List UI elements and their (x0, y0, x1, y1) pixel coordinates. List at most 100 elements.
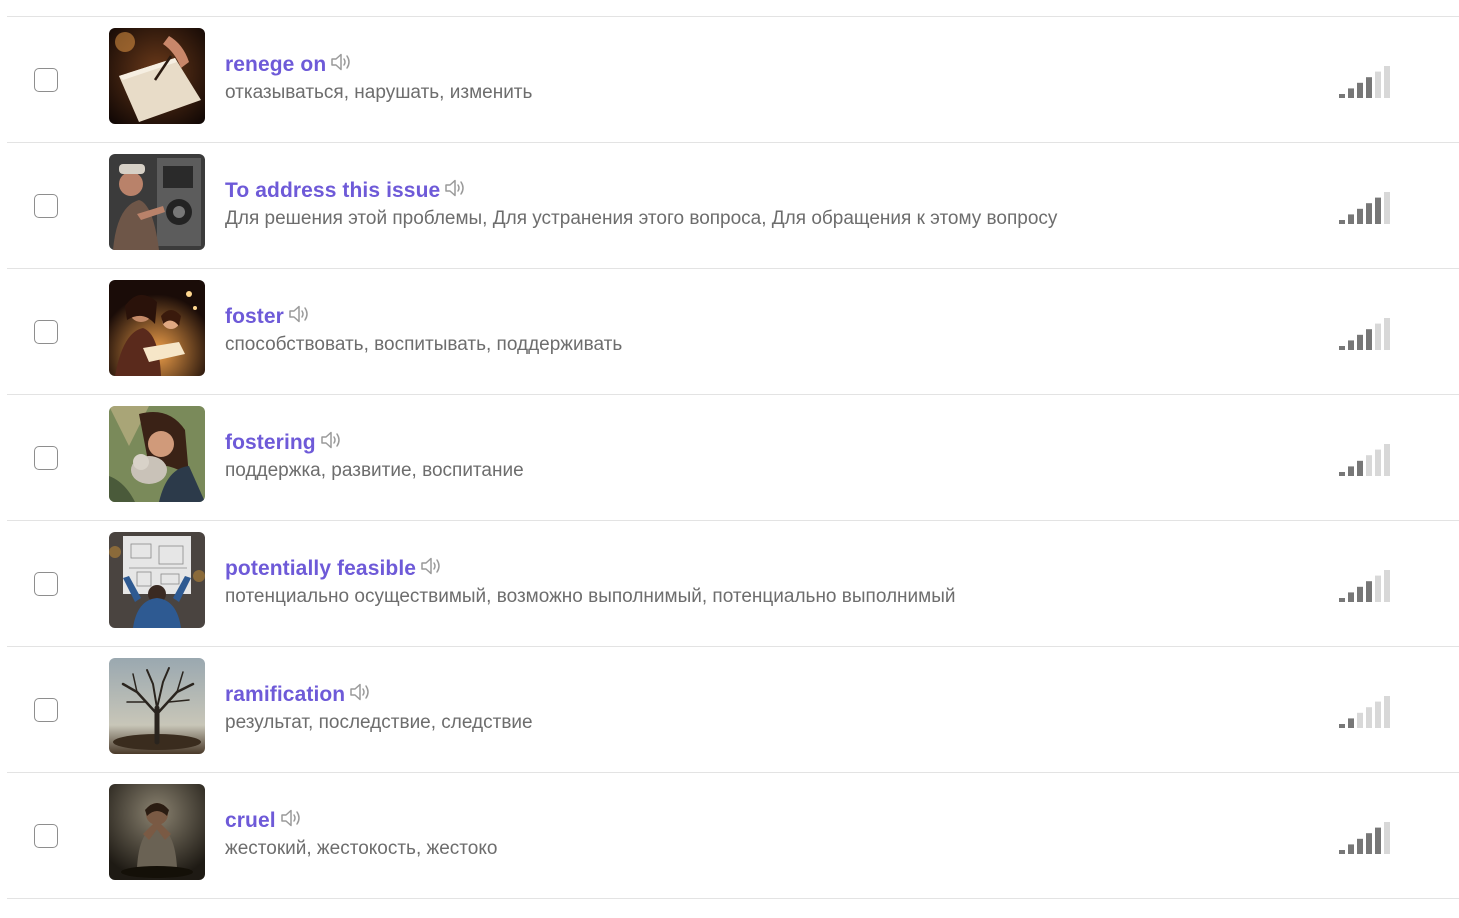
level-bar (1357, 82, 1363, 98)
word-checkbox[interactable] (34, 68, 58, 92)
sad-seated-figure-image (109, 784, 205, 880)
level-bar (1339, 472, 1345, 476)
speaker-icon[interactable] (280, 807, 304, 829)
speaker-icon[interactable] (420, 555, 444, 577)
word-checkbox[interactable] (34, 194, 58, 218)
hand-writing-paper-image (109, 28, 205, 124)
level-bar (1375, 449, 1381, 476)
level-bar (1357, 838, 1363, 854)
word-row[interactable]: foster способствовать, воспитывать, подд… (7, 269, 1459, 395)
word-line: fostering (225, 429, 1259, 457)
word-text-block: To address this issue Для решения этой п… (225, 177, 1259, 230)
word-title[interactable]: potentially feasible (225, 557, 416, 581)
word-title[interactable]: To address this issue (225, 179, 440, 203)
level-bar (1339, 220, 1345, 224)
word-translation: Для решения этой проблемы, Для устранени… (225, 208, 1058, 229)
word-row[interactable]: cruel жестокий, жестокость, жестоко (7, 773, 1459, 899)
word-translation: потенциально осуществимый, возможно выпо… (225, 586, 956, 607)
level-bar (1339, 346, 1345, 350)
word-row[interactable]: fostering поддержка, развитие, воспитани… (7, 395, 1459, 521)
mechanic-with-machine-image (109, 154, 205, 250)
level-bar (1348, 340, 1354, 350)
level-bar (1366, 581, 1372, 602)
word-translation: способствовать, воспитывать, поддерживат… (225, 334, 623, 355)
level-bar (1348, 88, 1354, 98)
signal-bars-icon (1339, 444, 1390, 476)
level-bar (1366, 77, 1372, 98)
level-bar (1348, 214, 1354, 224)
word-checkbox[interactable] (34, 572, 58, 596)
level-indicator (1339, 66, 1395, 98)
word-text-block: fostering поддержка, развитие, воспитани… (225, 429, 1259, 482)
word-title[interactable]: cruel (225, 809, 276, 833)
level-bar (1348, 592, 1354, 602)
level-bar (1384, 822, 1390, 854)
word-image (109, 28, 205, 124)
level-bar (1366, 329, 1372, 350)
speaker-icon[interactable] (330, 51, 354, 73)
level-bar (1384, 570, 1390, 602)
signal-bars-icon (1339, 696, 1390, 728)
level-bar (1366, 707, 1372, 728)
level-indicator (1339, 318, 1395, 350)
level-indicator (1339, 192, 1395, 224)
word-row[interactable]: renege on отказываться, нарушать, измени… (7, 17, 1459, 143)
word-checkbox[interactable] (34, 320, 58, 344)
word-text-block: cruel жестокий, жестокость, жестоко (225, 807, 1259, 860)
level-bar (1357, 586, 1363, 602)
signal-bars-icon (1339, 570, 1390, 602)
word-row[interactable]: To address this issue Для решения этой п… (7, 143, 1459, 269)
word-title[interactable]: renege on (225, 53, 326, 77)
level-indicator (1339, 822, 1395, 854)
speaker-icon[interactable] (320, 429, 344, 451)
level-bar (1375, 323, 1381, 350)
word-translation: результат, последствие, следствие (225, 712, 533, 733)
word-checkbox[interactable] (34, 698, 58, 722)
word-title[interactable]: ramification (225, 683, 345, 707)
speaker-icon[interactable] (288, 303, 312, 325)
level-bar (1348, 718, 1354, 728)
word-row[interactable]: potentially feasible потенциально осущес… (7, 521, 1459, 647)
level-indicator (1339, 444, 1395, 476)
level-bar (1384, 444, 1390, 476)
word-line: renege on (225, 51, 1259, 79)
signal-bars-icon (1339, 318, 1390, 350)
level-bar (1357, 712, 1363, 728)
word-checkbox[interactable] (34, 446, 58, 470)
woman-hugging-cat-image (109, 406, 205, 502)
word-row[interactable]: ramification результат, последствие, сле… (7, 647, 1459, 773)
word-line: potentially feasible (225, 555, 1259, 583)
signal-bars-icon (1339, 192, 1390, 224)
word-text-block: potentially feasible потенциально осущес… (225, 555, 1259, 608)
mother-reading-to-child-image (109, 280, 205, 376)
word-image (109, 280, 205, 376)
signal-bars-icon (1339, 822, 1390, 854)
word-translation: жестокий, жестокость, жестоко (225, 838, 498, 859)
level-bar (1339, 850, 1345, 854)
word-translation: отказываться, нарушать, изменить (225, 82, 533, 103)
level-bar (1384, 318, 1390, 350)
word-title[interactable]: fostering (225, 431, 316, 455)
word-line: foster (225, 303, 1259, 331)
word-title[interactable]: foster (225, 305, 284, 329)
level-bar (1366, 455, 1372, 476)
level-bar (1375, 575, 1381, 602)
level-bar (1366, 203, 1372, 224)
level-bar (1348, 844, 1354, 854)
level-bar (1366, 833, 1372, 854)
speaker-icon[interactable] (349, 681, 373, 703)
level-bar (1348, 466, 1354, 476)
word-image (109, 406, 205, 502)
level-indicator (1339, 696, 1395, 728)
speaker-icon[interactable] (444, 177, 468, 199)
word-line: To address this issue (225, 177, 1259, 205)
level-bar (1375, 701, 1381, 728)
word-translation: поддержка, развитие, воспитание (225, 460, 524, 481)
level-bar (1339, 94, 1345, 98)
word-checkbox[interactable] (34, 824, 58, 848)
bare-tree-image (109, 658, 205, 754)
word-image (109, 154, 205, 250)
level-bar (1375, 197, 1381, 224)
word-image (109, 784, 205, 880)
level-bar (1384, 66, 1390, 98)
